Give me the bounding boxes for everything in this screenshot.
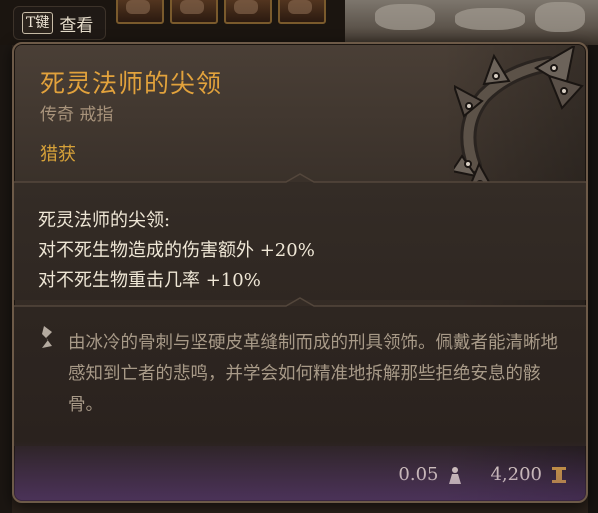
- examine-label: 查看: [59, 15, 94, 36]
- item-name: 死灵法师的尖领: [40, 69, 223, 98]
- item-rarity-type: 传奇 戒指: [40, 105, 114, 125]
- divider: [14, 172, 586, 190]
- weight-icon: [446, 465, 464, 485]
- game-scene-background: [345, 0, 598, 45]
- item-footer: 0.05 4,200: [398, 464, 568, 485]
- item-tooltip: 死灵法师的尖领 传奇 戒指 猎获 死灵法师的尖领: 对不死生物造成的伤害额外 +…: [12, 42, 588, 503]
- property-line: 对不死生物重击几率 +10%: [38, 270, 261, 291]
- properties-heading: 死灵法师的尖领:: [38, 210, 171, 231]
- item-tag: 猎获: [40, 144, 76, 165]
- gold-icon: [550, 465, 568, 485]
- item-description: 由冰冷的骨刺与坚硬皮革缝制而成的刑具领饰。佩戴者能清晰地感知到亡者的悲鸣，并学会…: [68, 333, 558, 415]
- inventory-slot[interactable]: [278, 0, 326, 24]
- inventory-slot[interactable]: [224, 0, 272, 24]
- left-panel-edge: [0, 45, 12, 513]
- quote-icon: [38, 324, 56, 350]
- properties-block: 死灵法师的尖领: 对不死生物造成的伤害额外 +20% 对不死生物重击几率 +10…: [38, 206, 315, 296]
- divider: [14, 296, 586, 314]
- inventory-slot[interactable]: [170, 0, 218, 24]
- examine-hint[interactable]: T键 查看: [13, 6, 106, 40]
- right-panel-edge: [588, 45, 598, 513]
- gold-value: 4,200: [490, 464, 542, 485]
- property-line: 对不死生物造成的伤害额外 +20%: [38, 240, 315, 261]
- keybind-badge: T键: [22, 12, 54, 34]
- weight-value: 0.05: [398, 464, 439, 485]
- inventory-slot[interactable]: [116, 0, 164, 24]
